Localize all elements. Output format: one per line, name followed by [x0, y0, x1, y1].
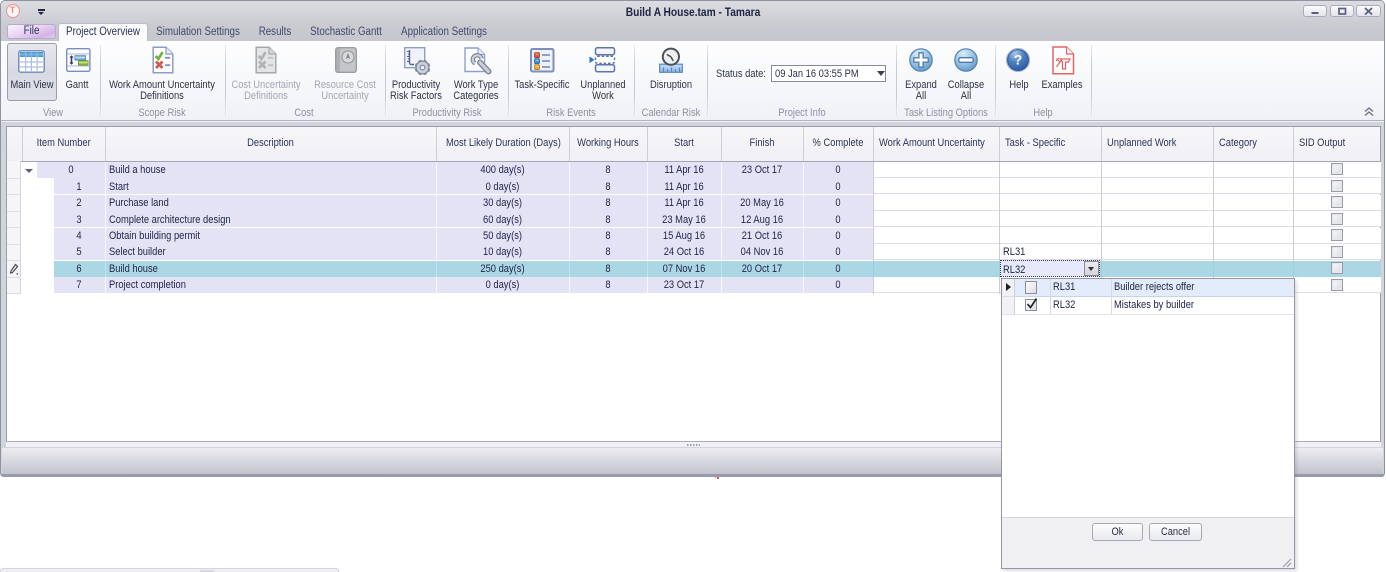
svg-text:?: ? — [1013, 52, 1022, 68]
